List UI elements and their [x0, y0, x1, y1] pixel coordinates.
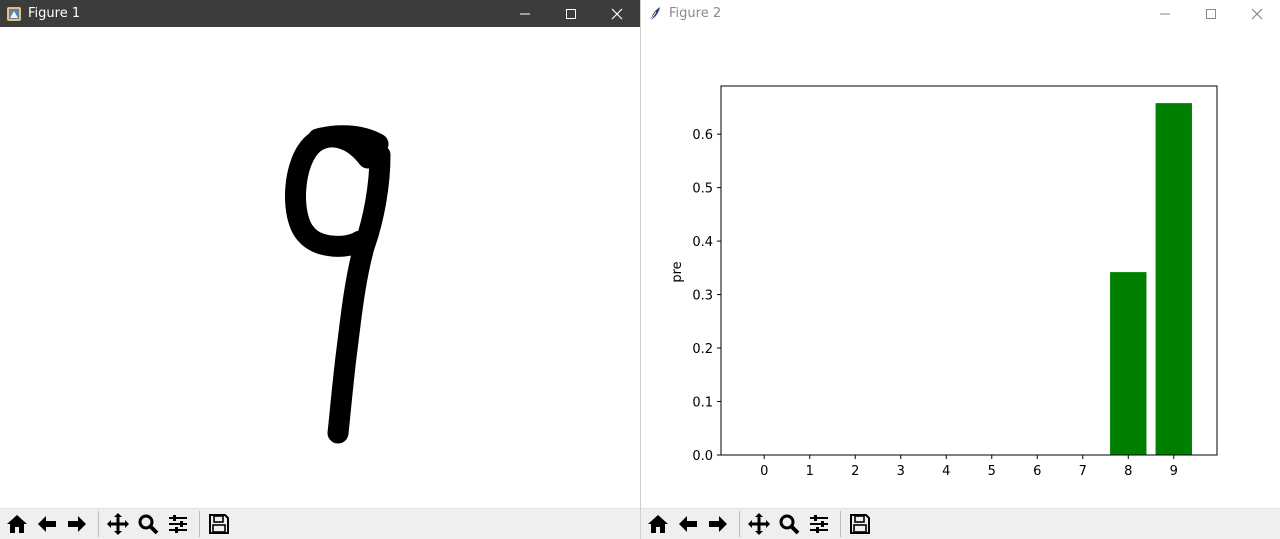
x-tick-label: 3 — [897, 464, 905, 479]
toolbar-separator — [98, 511, 99, 537]
forward-button[interactable] — [704, 510, 732, 538]
figure1-canvas[interactable] — [0, 27, 640, 508]
forward-arrow-icon — [709, 516, 727, 532]
figure1-titlebar[interactable]: Figure 1 — [0, 0, 640, 27]
configure-subplots-button[interactable] — [805, 510, 833, 538]
maximize-icon — [566, 8, 576, 19]
figure2-titlebar[interactable]: Figure 2 — [641, 0, 1280, 27]
zoom-icon — [779, 514, 800, 535]
python-app-icon — [6, 6, 22, 22]
zoom-button[interactable] — [134, 510, 162, 538]
pan-button[interactable] — [104, 510, 132, 538]
y-tick-label: 0.1 — [692, 396, 713, 411]
close-icon — [1251, 8, 1263, 19]
y-tick-label: 0.5 — [692, 182, 713, 197]
toolbar-separator — [840, 511, 841, 537]
feather-icon — [647, 6, 663, 22]
save-icon — [209, 514, 229, 534]
y-axis-label: pre — [670, 261, 685, 282]
x-tick-label: 8 — [1124, 464, 1132, 479]
forward-arrow-icon — [68, 516, 86, 532]
home-icon — [7, 515, 27, 533]
zoom-button[interactable] — [775, 510, 803, 538]
bar-chart: 0.0 0.1 0.2 0.3 0.4 0.5 0.6 0 1 2 3 4 5 6 7 8 9 pre — [670, 85, 1218, 479]
y-tick-label: 0.2 — [692, 342, 713, 357]
pan-icon — [748, 513, 770, 535]
maximize-icon — [1206, 8, 1216, 19]
y-tick-label: 0.6 — [692, 128, 713, 143]
close-icon — [611, 8, 623, 19]
window-title: Figure 1 — [28, 6, 81, 21]
window-title: Figure 2 — [669, 6, 722, 21]
minimize-button[interactable] — [1142, 0, 1188, 27]
navigation-toolbar — [641, 508, 1280, 539]
home-button[interactable] — [3, 510, 31, 538]
bar-8 — [1110, 272, 1147, 455]
minimize-icon — [520, 13, 530, 14]
zoom-icon — [138, 514, 159, 535]
save-icon — [850, 514, 870, 534]
handwritten-digit-image — [285, 125, 391, 444]
close-button[interactable] — [1234, 0, 1280, 27]
toolbar-separator — [199, 511, 200, 537]
configure-subplots-icon — [810, 515, 828, 533]
figure2-window: Figure 2 0.0 0.1 0.2 0.3 0.4 0.5 0.6 0 1 2 3 4 5 6 7 8… — [640, 0, 1280, 539]
minimize-icon — [1160, 13, 1170, 14]
x-tick-label: 4 — [942, 464, 950, 479]
toolbar-separator — [739, 511, 740, 537]
save-button[interactable] — [846, 510, 874, 538]
save-button[interactable] — [205, 510, 233, 538]
maximize-button[interactable] — [1188, 0, 1234, 27]
figure2-canvas[interactable]: 0.0 0.1 0.2 0.3 0.4 0.5 0.6 0 1 2 3 4 5 6 7 8 9 pre — [641, 27, 1280, 508]
minimize-button[interactable] — [502, 0, 548, 27]
back-button[interactable] — [33, 510, 61, 538]
x-tick-label: 7 — [1079, 464, 1087, 479]
y-tick-label: 0.0 — [692, 449, 713, 464]
configure-subplots-icon — [169, 515, 187, 533]
back-button[interactable] — [674, 510, 702, 538]
x-tick-label: 0 — [760, 464, 768, 479]
home-button[interactable] — [644, 510, 672, 538]
home-icon — [648, 515, 668, 533]
close-button[interactable] — [594, 0, 640, 27]
y-tick-label: 0.3 — [692, 289, 713, 304]
forward-button[interactable] — [63, 510, 91, 538]
back-arrow-icon — [38, 516, 56, 532]
x-tick-label: 5 — [988, 464, 996, 479]
navigation-toolbar — [0, 508, 640, 539]
back-arrow-icon — [679, 516, 697, 532]
bar-9 — [1155, 103, 1192, 456]
pan-icon — [107, 513, 129, 535]
y-tick-label: 0.4 — [692, 235, 713, 250]
x-tick-label: 6 — [1033, 464, 1041, 479]
configure-subplots-button[interactable] — [164, 510, 192, 538]
maximize-button[interactable] — [548, 0, 594, 27]
x-tick-label: 1 — [806, 464, 814, 479]
figure1-window: Figure 1 — [0, 0, 640, 539]
x-tick-label: 9 — [1170, 464, 1178, 479]
pan-button[interactable] — [745, 510, 773, 538]
x-tick-label: 2 — [851, 464, 859, 479]
